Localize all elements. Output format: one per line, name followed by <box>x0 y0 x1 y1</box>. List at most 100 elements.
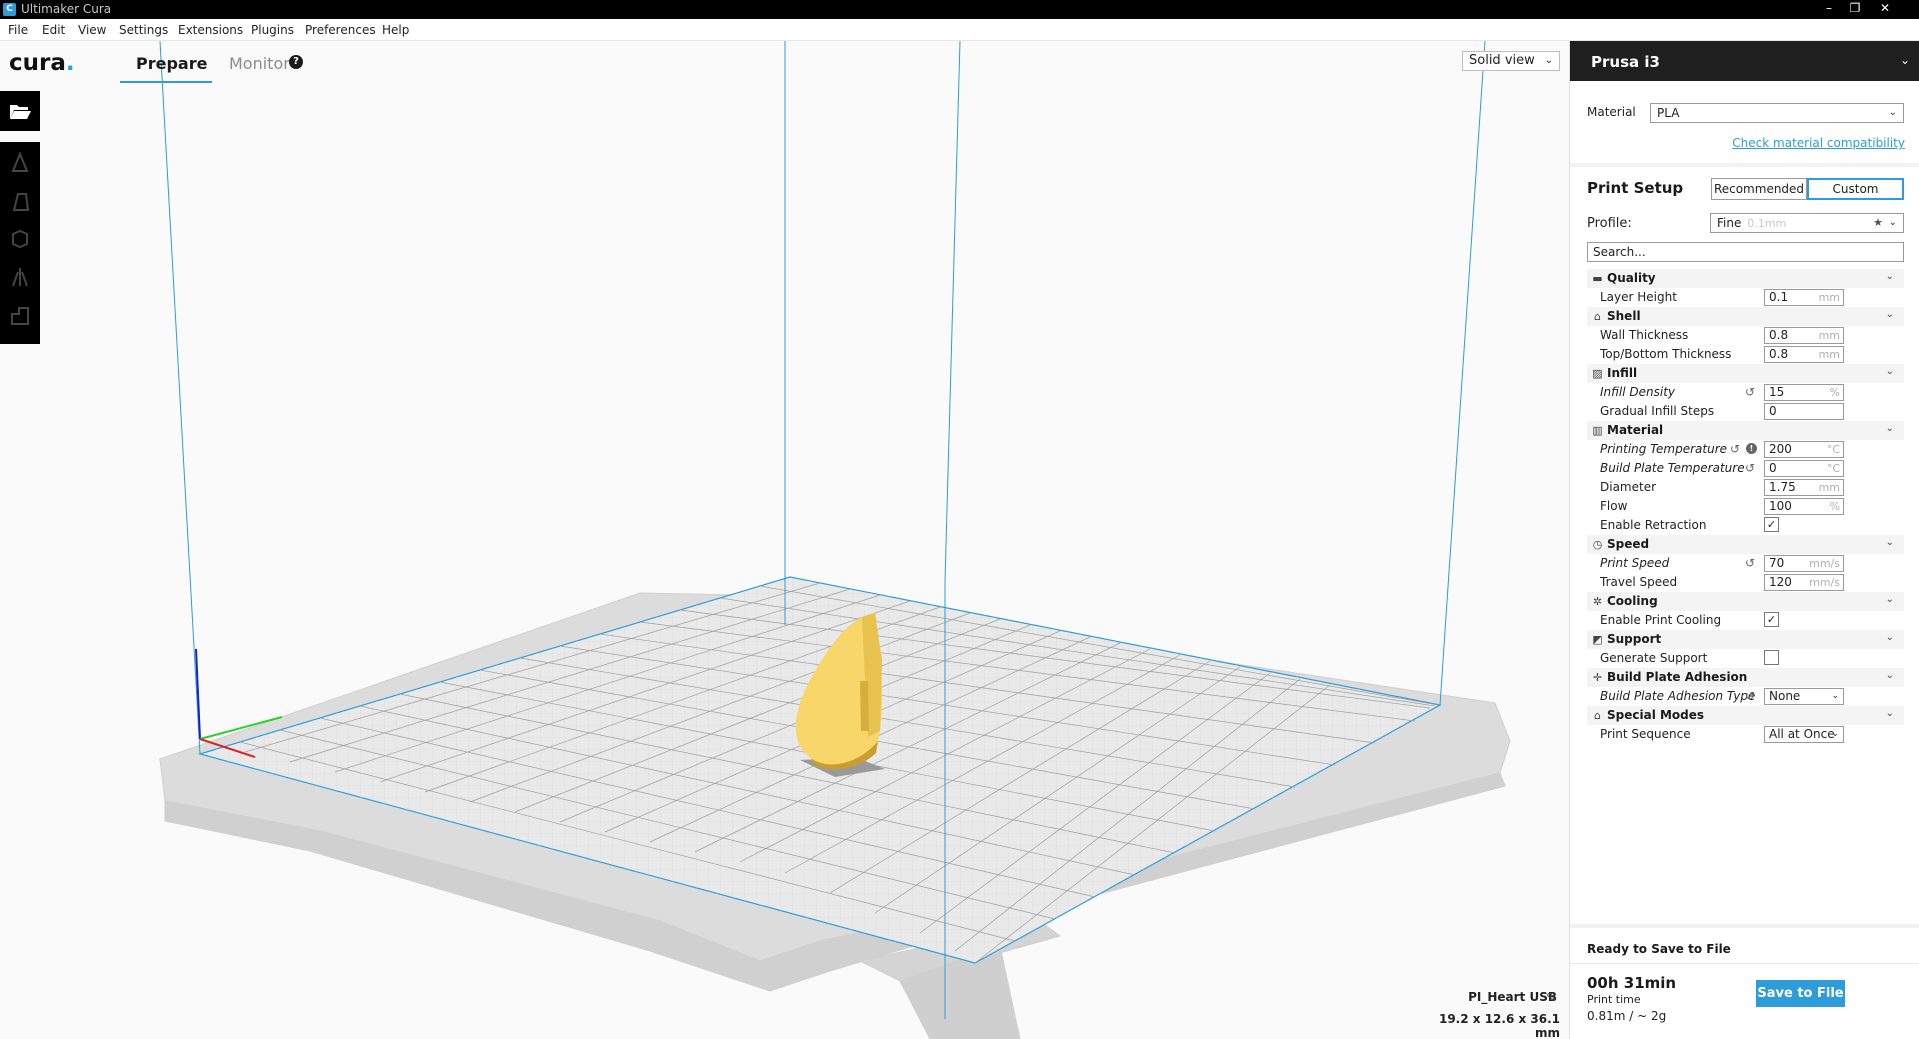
object-name[interactable]: PI_Heart USB <box>1450 990 1557 1004</box>
divider <box>1570 963 1919 964</box>
menu-extensions[interactable]: Extensions <box>178 23 243 37</box>
setting-value-field[interactable]: 0.8 mm <box>1764 327 1844 344</box>
shell-icon: ⌂ <box>1594 310 1601 323</box>
category-speed[interactable]: ◷ Speed ⌄ <box>1587 535 1904 554</box>
minimize-button[interactable]: – <box>1816 0 1842 19</box>
category-special-modes[interactable]: ⌂ Special Modes ⌄ <box>1587 706 1904 725</box>
info-icon[interactable]: ! <box>1746 443 1757 454</box>
setting-row: Top/Bottom Thickness 0.8 mm <box>1587 345 1904 364</box>
category-quality[interactable]: ▬ Quality ⌄ <box>1587 269 1904 288</box>
restore-button[interactable]: ❐ <box>1842 0 1868 19</box>
category-shell[interactable]: ⌂ Shell ⌄ <box>1587 307 1904 326</box>
setting-value: All at Once <box>1769 727 1835 741</box>
divider <box>1570 163 1919 167</box>
tab-monitor[interactable]: Monitor <box>229 54 290 73</box>
setting-row: Printing Temperature ↺! 200 °C <box>1587 440 1904 459</box>
reset-icon[interactable]: ↺ <box>1730 442 1740 456</box>
profile-layer-height: 0.1mm <box>1747 217 1787 230</box>
setting-value-field[interactable]: 100% <box>1764 498 1844 515</box>
setting-value-field[interactable]: 0 °C <box>1764 460 1844 477</box>
setting-unit: mm <box>1818 481 1840 494</box>
setting-value-field[interactable]: 120 mm/s <box>1764 574 1844 591</box>
per-model-settings-icon[interactable] <box>9 304 31 326</box>
close-button[interactable]: ✕ <box>1872 0 1898 19</box>
help-icon[interactable]: ? <box>289 55 303 69</box>
setting-value-field[interactable]: 200 °C <box>1764 441 1844 458</box>
setting-row: Build Plate Temperature ↺ 0 °C <box>1587 459 1904 478</box>
setting-checkbox[interactable] <box>1764 650 1779 665</box>
setting-label: Top/Bottom Thickness <box>1600 347 1732 361</box>
tab-prepare[interactable]: Prepare <box>136 54 207 73</box>
custom-mode-button[interactable]: Custom <box>1807 178 1904 200</box>
setting-label: Print Speed <box>1600 556 1670 570</box>
category-label: Shell <box>1607 309 1641 323</box>
category-infill[interactable]: ▨ Infill ⌄ <box>1587 364 1904 383</box>
rotate-icon[interactable] <box>9 228 31 250</box>
material-value: PLA <box>1657 106 1680 120</box>
setting-checkbox[interactable]: ✓ <box>1764 612 1779 627</box>
adhesion-icon: ✛ <box>1592 671 1603 684</box>
reset-icon[interactable]: ↺ <box>1745 556 1755 570</box>
setting-value: 0 <box>1769 404 1777 418</box>
category-label: Infill <box>1607 366 1638 380</box>
menu-plugins[interactable]: Plugins <box>251 23 294 37</box>
setting-row: Enable Print Cooling ✓ <box>1587 611 1904 630</box>
reset-icon[interactable]: ↺ <box>1745 689 1755 703</box>
setting-label: Print Sequence <box>1600 727 1691 741</box>
setting-label: Flow <box>1600 499 1628 513</box>
setting-row: Gradual Infill Steps 0 <box>1587 402 1904 421</box>
setting-value: 120 <box>1769 575 1792 589</box>
reset-icon[interactable]: ↺ <box>1745 461 1755 475</box>
mirror-icon[interactable] <box>9 266 31 288</box>
setting-unit: mm <box>1818 291 1840 304</box>
setting-value: 0 <box>1769 461 1777 475</box>
menu-file[interactable]: File <box>8 23 28 37</box>
setting-row: Flow 100% <box>1587 497 1904 516</box>
translate-icon[interactable] <box>9 151 31 173</box>
category-support[interactable]: ◩ Support ⌄ <box>1587 630 1904 649</box>
category-label: Speed <box>1607 537 1650 551</box>
setting-select[interactable]: All at Once ⌄ <box>1764 726 1844 743</box>
profile-label: Profile: <box>1587 216 1632 231</box>
view-mode-value: Solid view <box>1469 53 1535 68</box>
setting-select[interactable]: None ⌄ <box>1764 688 1844 705</box>
menu-help[interactable]: Help <box>382 23 409 37</box>
build-volume-scene[interactable] <box>0 41 1569 1039</box>
setting-label: Layer Height <box>1600 290 1677 304</box>
reset-icon[interactable]: ↺ <box>1745 385 1755 399</box>
printer-selector[interactable]: Prusa i3 ⌄ <box>1570 41 1919 81</box>
menu-view[interactable]: View <box>78 23 106 37</box>
settings-search-input[interactable]: Search... <box>1587 242 1904 262</box>
recommended-mode-button[interactable]: Recommended <box>1711 178 1807 200</box>
save-to-file-button[interactable]: Save to File <box>1756 980 1845 1007</box>
view-mode-select[interactable]: Solid view ⌄ <box>1462 51 1560 71</box>
setting-row: Generate Support <box>1587 649 1904 668</box>
setting-value-field[interactable]: 15% <box>1764 384 1844 401</box>
check-material-compatibility-link[interactable]: Check material compatibility <box>1732 136 1905 150</box>
category-build-plate-adhesion[interactable]: ✛ Build Plate Adhesion ⌄ <box>1587 668 1904 687</box>
setting-value: 100 <box>1769 499 1792 513</box>
setting-checkbox[interactable]: ✓ <box>1764 517 1779 532</box>
menu-preferences[interactable]: Preferences <box>305 23 376 37</box>
special-modes-icon: ⌂ <box>1594 709 1601 722</box>
category-material[interactable]: ▥ Material ⌄ <box>1587 421 1904 440</box>
cura-logo: cura. <box>9 50 75 76</box>
pencil-icon[interactable]: ✎ <box>1546 991 1557 1006</box>
setting-value-field[interactable]: 0.8 mm <box>1764 346 1844 363</box>
setting-value-field[interactable]: 70 mm/s <box>1764 555 1844 572</box>
chevron-down-icon: ⌄ <box>1885 670 1894 681</box>
3d-viewport[interactable]: cura. Prepare Monitor ? Solid view ⌄ PI_… <box>0 41 1569 1039</box>
menu-edit[interactable]: Edit <box>42 23 65 37</box>
setting-value-field[interactable]: 1.75 mm <box>1764 479 1844 496</box>
scale-icon[interactable] <box>9 190 31 212</box>
material-select[interactable]: PLA ⌄ <box>1650 103 1904 123</box>
menu-settings[interactable]: Settings <box>119 23 168 37</box>
category-cooling[interactable]: ✲ Cooling ⌄ <box>1587 592 1904 611</box>
setting-value: 0.8 <box>1769 328 1789 342</box>
setting-value-field[interactable]: 0.1 mm <box>1764 289 1844 306</box>
build-plate <box>197 576 1442 964</box>
setting-value-field[interactable]: 0 <box>1764 403 1844 420</box>
support-icon: ◩ <box>1592 633 1603 646</box>
open-file-button[interactable] <box>0 91 40 131</box>
profile-select[interactable]: Fine 0.1mm ★ ⌄ <box>1710 213 1904 233</box>
